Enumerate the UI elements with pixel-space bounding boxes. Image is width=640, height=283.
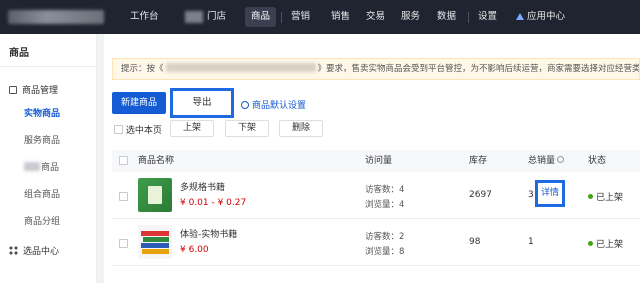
goods-management-icon: [9, 86, 17, 94]
nav-settings[interactable]: 设置: [478, 0, 497, 34]
status-label: 已上架: [596, 193, 624, 203]
notice-banner: 提示：按《 》要求，售卖实物商品会受到平台管控，为不影响后续运营，商家需要选择对应…: [112, 58, 640, 80]
blurred-text: [165, 63, 316, 72]
nav-blurred-item[interactable]: [185, 11, 203, 23]
stock-value: 98: [469, 237, 481, 247]
sidebar-group-goods-management[interactable]: 商品管理: [9, 83, 58, 96]
status-badge: 已上架: [588, 190, 623, 203]
sales-value: 1: [528, 237, 534, 247]
sidebar: 商品 商品管理 实物商品 服务商品 商品 组合商品 商品分组 选品中心: [0, 34, 97, 283]
nav-marketing[interactable]: 营销: [291, 0, 310, 34]
sidebar-group-label: 商品管理: [22, 86, 59, 96]
checkbox[interactable]: [114, 125, 123, 134]
sidebar-item-label: 商品: [41, 163, 60, 173]
notice-prefix: 提示：按《: [121, 64, 164, 74]
notice-suffix: 》要求，售卖实物商品会受到平台管控，为不影响后续运营，商家需要选择对应经营类目，…: [317, 64, 640, 74]
sidebar-item-goods-groups[interactable]: 商品分组: [24, 214, 60, 227]
select-all-checkbox[interactable]: [119, 156, 128, 165]
status-badge: 已上架: [588, 237, 623, 250]
sales-detail-link[interactable]: 详情: [535, 180, 565, 207]
column-header-visits: 访问量: [365, 156, 393, 166]
sidebar-item-service-goods[interactable]: 服务商品: [24, 133, 60, 146]
nav-goods[interactable]: 商品: [245, 7, 277, 27]
table-row: 多规格书籍 ¥ 0.01 - ¥ 0.27 访客数：4 浏览量：4 2697 3…: [112, 173, 640, 219]
nav-sales[interactable]: 销售: [331, 0, 350, 34]
unshelve-button[interactable]: 下架: [225, 120, 269, 137]
main-content: 提示：按《 》要求，售卖实物商品会受到平台管控，为不影响后续运营，商家需要选择对应…: [104, 34, 640, 283]
nav-divider: [468, 12, 469, 23]
goods-default-settings-link[interactable]: 商品默认设置: [241, 98, 306, 111]
shop-logo-blurred[interactable]: [8, 10, 104, 24]
view-count: 浏览量：8: [365, 247, 405, 257]
nav-divider: [281, 12, 282, 23]
nav-service[interactable]: 服务: [401, 0, 420, 34]
grid-icon: [9, 246, 18, 255]
info-icon[interactable]: [557, 156, 565, 163]
nav-data[interactable]: 数据: [437, 0, 456, 34]
table-header: 商品名称 访问量 库存 总销量 状态: [112, 150, 640, 172]
select-page-label: 选中本页: [125, 126, 162, 136]
table-row: 体验-实物书籍 ¥ 6.00 访客数：2 浏览量：8 98 1 已上架: [112, 220, 640, 266]
sidebar-group-label: 选品中心: [23, 247, 60, 257]
column-header-name: 商品名称: [138, 156, 175, 166]
sidebar-item-combo-goods[interactable]: 组合商品: [24, 187, 60, 200]
status-dot: [588, 194, 593, 199]
sales-value: 3: [528, 190, 534, 200]
new-goods-button[interactable]: 新建商品: [112, 92, 166, 114]
column-header-status: 状态: [588, 156, 607, 166]
column-header-sales-label: 总销量: [528, 156, 556, 166]
settings-link-label: 商品默认设置: [252, 101, 307, 111]
blurred-text: [24, 162, 40, 171]
product-name[interactable]: 多规格书籍: [180, 180, 225, 193]
view-count: 浏览量：4: [365, 200, 405, 210]
delete-button[interactable]: 删除: [279, 120, 323, 137]
row-checkbox[interactable]: [119, 239, 128, 248]
column-header-stock: 库存: [469, 156, 488, 166]
nav-app-center-label: 应用中心: [527, 11, 566, 22]
product-thumbnail[interactable]: [138, 225, 172, 259]
nav-workbench[interactable]: 工作台: [130, 0, 159, 34]
sidebar-item-physical-goods[interactable]: 实物商品: [24, 106, 60, 119]
top-navbar: 工作台 门店 商品 营销 销售 交易 服务 数据 设置 应用中心: [0, 0, 640, 34]
product-price: ¥ 6.00: [180, 245, 209, 255]
nav-trade[interactable]: 交易: [366, 0, 385, 34]
sidebar-title: 商品: [9, 48, 29, 59]
status-label: 已上架: [596, 240, 624, 250]
visitor-count: 访客数：2: [365, 232, 405, 242]
nav-store[interactable]: 门店: [207, 0, 226, 34]
row-checkbox[interactable]: [119, 192, 128, 201]
stock-value: 2697: [469, 190, 492, 200]
sidebar-divider: [0, 66, 97, 67]
gear-icon: [241, 101, 249, 109]
product-name[interactable]: 体验-实物书籍: [180, 227, 237, 240]
export-button[interactable]: 导出: [170, 88, 234, 118]
sidebar-group-selection-center[interactable]: 选品中心: [9, 244, 59, 257]
app-center-icon: [516, 13, 524, 20]
visitor-count: 访客数：4: [365, 185, 405, 195]
product-price: ¥ 0.01 - ¥ 0.27: [180, 198, 247, 208]
sidebar-item-blurred-goods[interactable]: 商品: [24, 160, 59, 173]
shelve-button[interactable]: 上架: [170, 120, 214, 137]
select-page-checkbox[interactable]: 选中本页: [114, 123, 162, 136]
column-header-sales[interactable]: 总销量: [528, 150, 565, 172]
nav-app-center[interactable]: 应用中心: [516, 0, 565, 34]
product-thumbnail[interactable]: [138, 178, 172, 212]
status-dot: [588, 241, 593, 246]
